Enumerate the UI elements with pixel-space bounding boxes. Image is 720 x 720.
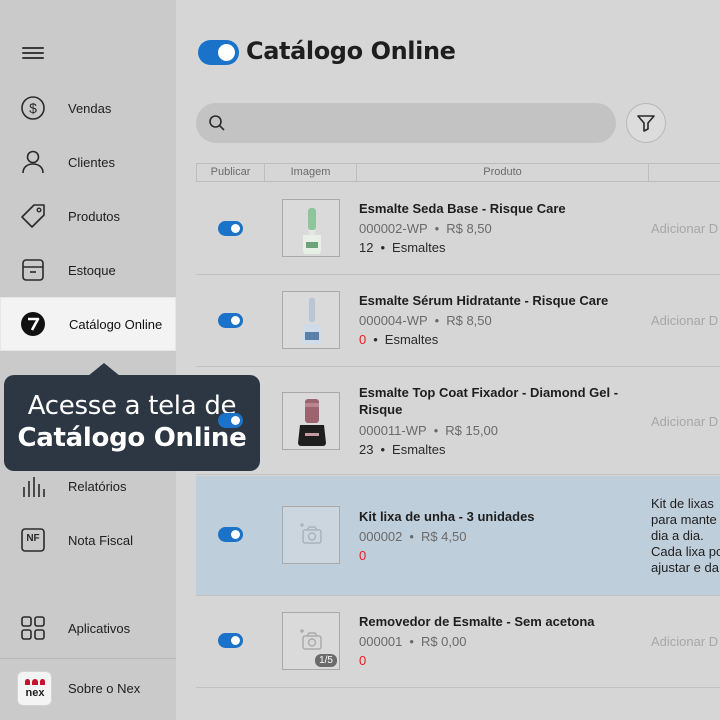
product-category: Esmaltes [392, 442, 446, 457]
product-name: Removedor de Esmalte - Sem acetona [359, 614, 595, 629]
table-row[interactable]: Esmalte Sérum Hidratante - Risque Care 0… [196, 275, 720, 367]
table-row[interactable]: 1/5 Removedor de Esmalte - Sem acetona 0… [196, 596, 720, 688]
product-stock: 23 [359, 442, 374, 457]
publish-toggle[interactable] [218, 633, 243, 648]
add-description-link[interactable]: Adicionar D [651, 221, 718, 236]
sidebar-item-aplicativos[interactable]: Aplicativos [0, 602, 176, 654]
product-stock-line: 0 • Esmaltes [359, 332, 439, 347]
nf-icon-text: NF [26, 533, 40, 544]
product-price: R$ 4,50 [420, 529, 467, 544]
add-description-link[interactable]: Adicionar D [651, 634, 718, 649]
nf-icon: NF [20, 527, 46, 553]
catalog-publish-toggle[interactable] [198, 40, 239, 65]
product-name: Kit lixa de unha - 3 unidades [359, 509, 535, 524]
product-image[interactable] [282, 199, 340, 257]
product-sku: 000002 [359, 529, 403, 544]
product-name: Esmalte Seda Base - Risque Care [359, 201, 566, 216]
table-row[interactable]: Esmalte Seda Base - Risque Care 000002-W… [196, 183, 720, 275]
sidebar-item-label: Clientes [68, 154, 115, 170]
sidebar-item-label: Relatórios [68, 478, 127, 494]
product-stock: 0 [359, 332, 367, 347]
sidebar-item-label: Sobre o Nex [68, 680, 141, 696]
table-header: Publicar Imagem Produto [196, 163, 720, 182]
sidebar-item-catalogo-online[interactable]: Catálogo Online [1, 298, 175, 350]
filter-button[interactable] [626, 103, 666, 143]
dollar-circle-icon: $ [20, 95, 46, 121]
hamburger-menu-icon[interactable] [22, 44, 44, 62]
product-price: R$ 8,50 [446, 313, 492, 328]
product-image-placeholder[interactable]: 1/5 [282, 612, 340, 670]
search-input[interactable] [236, 111, 606, 135]
product-meta: 000001 • R$ 0,00 [359, 634, 467, 649]
add-description-link[interactable]: Adicionar D [651, 414, 718, 429]
product-sku: 000002-WP [359, 221, 428, 236]
sidebar-item-produtos[interactable]: Produtos [0, 190, 176, 242]
publish-toggle[interactable] [218, 527, 243, 542]
product-meta: 000002-WP • R$ 8,50 [359, 221, 492, 236]
search-bar[interactable] [196, 103, 616, 143]
product-stock-line: 0 [359, 653, 366, 668]
main-content: Catálogo Online Publicar Imagem Produto … [176, 0, 720, 720]
sidebar-item-vendas[interactable]: $ Vendas [0, 82, 176, 134]
box-icon [20, 257, 46, 283]
sidebar-item-label: Catálogo Online [69, 316, 163, 332]
product-image-placeholder[interactable] [282, 506, 340, 564]
sidebar-item-label: Nota Fiscal [68, 532, 134, 548]
column-header-imagem[interactable]: Imagem [265, 164, 357, 181]
product-meta: 000002 • R$ 4,50 [359, 529, 467, 544]
table-row[interactable]: Esmalte Top Coat Fixador - Diamond Gel -… [196, 367, 720, 475]
product-meta: 000011-WP • R$ 15,00 [359, 423, 499, 438]
product-stock: 0 [359, 653, 367, 668]
product-price: R$ 8,50 [446, 221, 492, 236]
product-sku: 000001 [359, 634, 403, 649]
sidebar-item-estoque[interactable]: Estoque [0, 244, 176, 296]
product-sku: 000004-WP [359, 313, 428, 328]
sidebar: $ Vendas Clientes Produtos Estoque Catál… [0, 0, 176, 720]
product-name: Esmalte Sérum Hidratante - Risque Care [359, 293, 609, 308]
sidebar-item-nota-fiscal[interactable]: NF Nota Fiscal [0, 514, 176, 566]
bar-chart-icon [20, 473, 46, 499]
column-header-produto[interactable]: Produto [357, 164, 649, 181]
product-meta: 000004-WP • R$ 8,50 [359, 313, 492, 328]
apps-grid-icon [20, 615, 46, 641]
product-stock-line: 23 • Esmaltes [359, 442, 446, 457]
product-description[interactable]: Kit de lixas para mante dia a dia. Cada … [651, 496, 720, 576]
product-category: Esmaltes [384, 332, 439, 347]
product-price: R$ 0,00 [420, 634, 467, 649]
publish-toggle[interactable] [218, 313, 243, 328]
product-price: R$ 15,00 [445, 423, 499, 438]
product-stock: 0 [359, 548, 367, 563]
sidebar-item-clientes[interactable]: Clientes [0, 136, 176, 188]
product-stock-line: 0 [359, 548, 366, 563]
column-header-extra[interactable] [649, 164, 720, 181]
product-name: Esmalte Top Coat Fixador - Diamond Gel -… [359, 385, 619, 417]
user-icon [20, 149, 46, 175]
table-row[interactable]: Kit lixa de unha - 3 unidades 000002 • R$ … [196, 476, 720, 596]
publish-toggle[interactable] [218, 221, 243, 236]
nex-logo-text: nex [25, 687, 45, 699]
product-image[interactable] [282, 392, 340, 450]
product-stock: 12 [359, 240, 374, 255]
camera-add-icon [300, 523, 322, 544]
sidebar-item-label: Estoque [68, 262, 116, 278]
image-count-badge: 1/5 [315, 654, 337, 667]
sidebar-item-label: Produtos [68, 208, 121, 224]
product-category: Esmaltes [392, 240, 446, 255]
product-sku: 000011-WP [359, 423, 427, 438]
product-stock-line: 12 • Esmaltes [359, 240, 446, 255]
sidebar-divider [0, 658, 176, 659]
sidebar-item-label: Vendas [68, 100, 112, 116]
nex-logo[interactable]: nex [17, 671, 52, 706]
catalog-icon [20, 311, 46, 337]
filter-icon [637, 115, 655, 132]
product-image[interactable] [282, 291, 340, 349]
page-title: Catálogo Online [246, 37, 456, 65]
search-icon [208, 114, 226, 132]
add-description-link[interactable]: Adicionar D [651, 313, 718, 328]
publish-toggle[interactable] [218, 413, 243, 428]
svg-text:$: $ [29, 100, 37, 116]
column-header-publicar[interactable]: Publicar [197, 164, 265, 181]
tag-icon [20, 203, 46, 229]
sidebar-item-label: Aplicativos [68, 620, 131, 636]
